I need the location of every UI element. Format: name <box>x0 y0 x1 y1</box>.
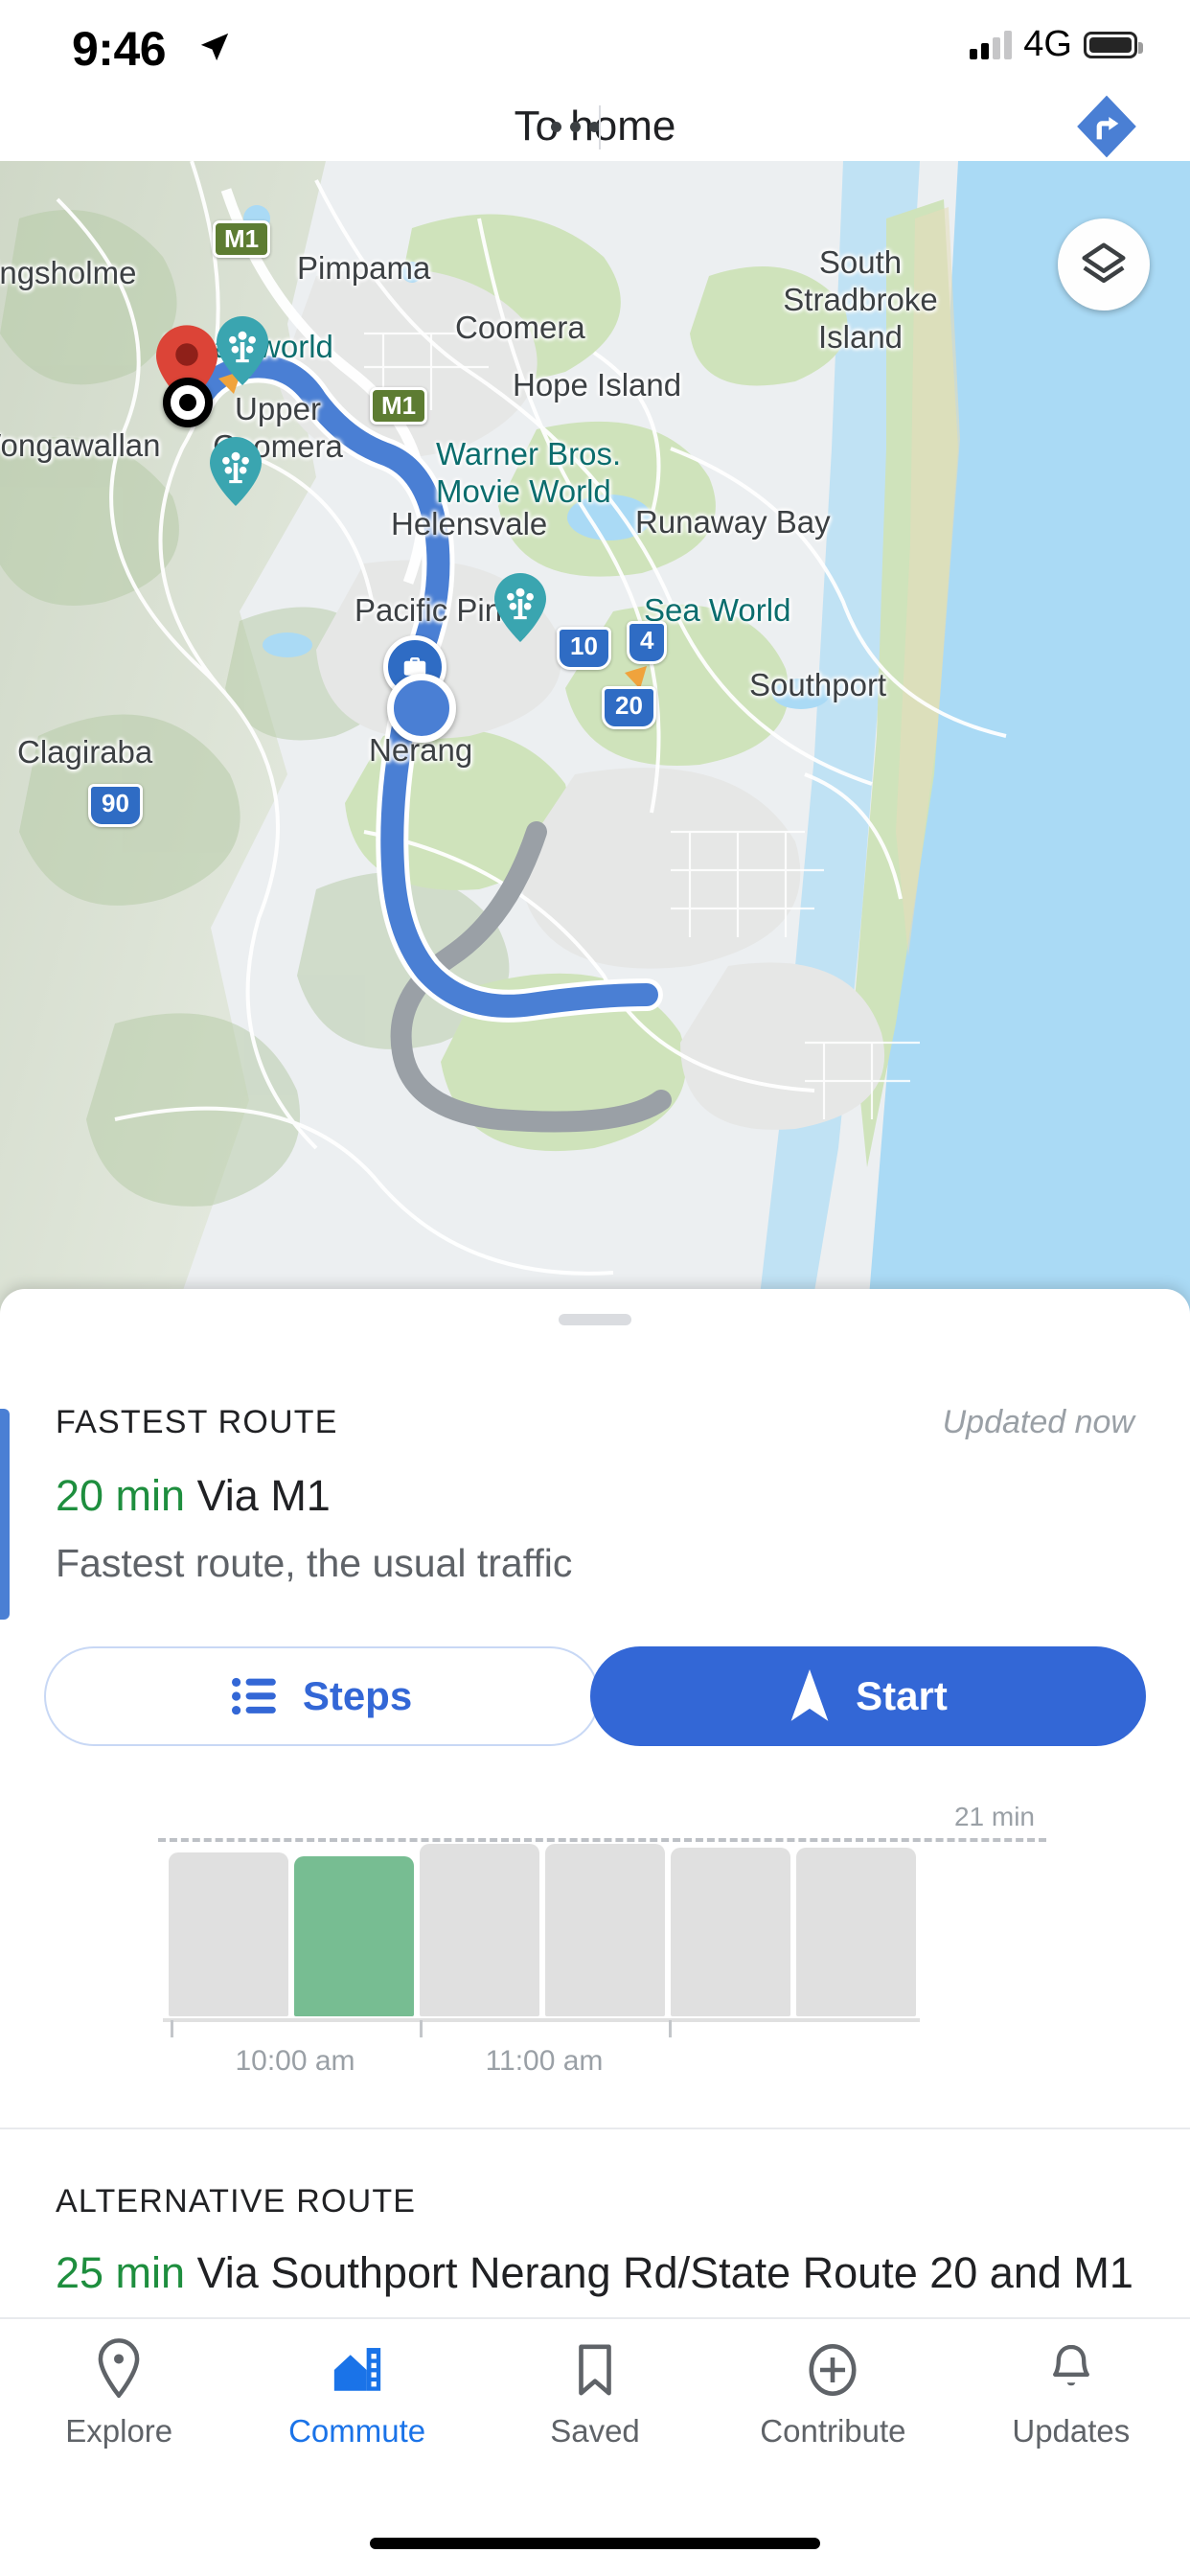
steps-button-label: Steps <box>303 1673 412 1719</box>
chart-time-label: 11:00 am <box>486 2045 604 2078</box>
tab-label: Updates <box>1012 2413 1130 2450</box>
signal-bars-icon <box>970 31 1012 59</box>
route-endpoint-icon[interactable] <box>387 674 456 743</box>
status-indicators: 4G <box>970 24 1137 65</box>
header-divider <box>599 105 601 150</box>
tab-label: Contribute <box>760 2413 905 2450</box>
plus-circle-icon <box>805 2336 860 2398</box>
tab-contribute[interactable]: Contribute <box>714 2336 951 2499</box>
tab-label: Saved <box>550 2413 640 2450</box>
navigation-diamond-icon <box>1071 91 1142 162</box>
map-label: Southport <box>749 667 886 703</box>
tab-updates[interactable]: Updates <box>952 2336 1190 2499</box>
tab-commute[interactable]: Commute <box>238 2336 475 2499</box>
map-view[interactable]: Kingsholme Pimpama South Stradbroke Isla… <box>0 161 1190 1321</box>
chart-tick <box>669 2020 672 2037</box>
more-options-button[interactable] <box>522 100 628 153</box>
route-shield-20: 20 <box>602 686 656 729</box>
bookmark-icon <box>574 2336 616 2398</box>
chart-axis <box>163 2018 920 2022</box>
map-label: Pimpama <box>297 250 430 287</box>
tab-saved[interactable]: Saved <box>476 2336 714 2499</box>
more-horizontal-icon <box>570 122 581 132</box>
chart-bar <box>420 1844 539 2016</box>
fastest-route-description: Fastest route, the usual traffic <box>56 1541 572 1586</box>
layers-icon <box>1078 239 1130 290</box>
chart-tick <box>171 2020 173 2037</box>
alternative-route-eta[interactable]: 25 min Via Southport Nerang Rd/State Rou… <box>56 2248 1133 2298</box>
alternative-route-duration: 25 min <box>56 2248 185 2297</box>
route-shield-4: 4 <box>627 621 667 664</box>
navigate-button[interactable] <box>1064 96 1150 157</box>
alternative-route-via: Via Southport Nerang Rd/State Route 20 a… <box>197 2248 1133 2297</box>
section-divider <box>0 2128 1190 2129</box>
fastest-route-label: FASTEST ROUTE <box>56 1404 338 1441</box>
chart-bar <box>671 1848 790 2016</box>
route-shield-90: 90 <box>88 784 143 827</box>
commute-house-icon <box>330 2336 385 2398</box>
theme-park-poi-icon[interactable] <box>493 573 547 642</box>
navigation-arrow-icon <box>789 1669 831 1723</box>
chart-bar <box>294 1856 414 2016</box>
theme-park-poi-icon[interactable] <box>209 437 263 506</box>
map-label: Coomera <box>455 310 585 346</box>
chart-peak-label: 21 min <box>954 1802 1035 1832</box>
fastest-route-duration: 20 min <box>56 1471 185 1520</box>
app-header: To home <box>0 92 1190 161</box>
map-label: Hope Island <box>513 367 681 403</box>
bottom-tab-bar: Explore Commute Saved Contribute Updates <box>0 2317 1190 2576</box>
map-label: Clagiraba <box>17 734 152 770</box>
more-horizontal-icon <box>589 122 600 132</box>
tab-label: Commute <box>288 2413 425 2450</box>
map-label: Kingsholme <box>0 255 136 291</box>
map-label: Warner Bros. Movie World <box>436 436 675 511</box>
theme-park-poi-icon[interactable] <box>216 316 269 385</box>
layers-button[interactable] <box>1058 218 1150 310</box>
fastest-route-eta: 20 min Via M1 <box>56 1471 331 1521</box>
highway-shield-m1: M1 <box>370 387 427 425</box>
bell-icon <box>1048 2336 1094 2398</box>
chart-bar <box>169 1852 288 2016</box>
map-label: Runaway Bay <box>635 504 831 540</box>
battery-full-icon <box>1084 32 1137 58</box>
alternative-route-label: ALTERNATIVE ROUTE <box>56 2183 416 2220</box>
map-label: Wongawallan <box>0 427 161 464</box>
updated-status: Updated now <box>943 1404 1134 1441</box>
traffic-chart: 21 min 10:00 am 11:00 am <box>153 1807 1035 2057</box>
start-button[interactable]: Start <box>590 1646 1146 1746</box>
home-indicator <box>370 2538 820 2549</box>
chart-bar <box>545 1844 665 2016</box>
location-arrow-icon <box>198 31 231 63</box>
steps-button[interactable]: Steps <box>44 1646 600 1746</box>
chart-peak-line <box>158 1838 1046 1842</box>
drag-handle[interactable] <box>559 1314 631 1325</box>
list-icon <box>232 1675 280 1717</box>
more-horizontal-icon <box>551 122 561 132</box>
chart-bars <box>169 1844 916 2016</box>
status-time: 9:46 <box>72 21 166 77</box>
route-shield-10: 10 <box>557 627 611 670</box>
map-label: South Stradbroke Island <box>774 244 947 356</box>
highway-shield-m1: M1 <box>213 220 270 258</box>
map-pin-icon <box>96 2336 142 2398</box>
fastest-route-via: Via M1 <box>197 1471 331 1520</box>
status-bar: 9:46 4G <box>0 0 1190 92</box>
origin-dot-icon[interactable] <box>163 378 213 427</box>
start-button-label: Start <box>856 1673 948 1719</box>
tab-label: Explore <box>65 2413 172 2450</box>
map-label: Helensvale <box>391 506 547 542</box>
tab-explore[interactable]: Explore <box>0 2336 238 2499</box>
network-type: 4G <box>1023 24 1072 65</box>
chart-time-label: 10:00 am <box>235 2045 355 2078</box>
selected-route-accent-bar <box>0 1409 10 1620</box>
chart-tick <box>420 2020 423 2037</box>
chart-bar <box>796 1848 916 2016</box>
